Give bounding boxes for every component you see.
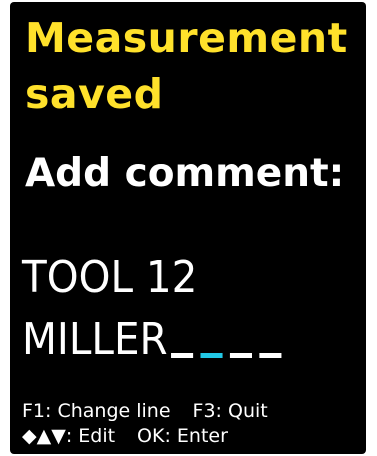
comment-prompt: Add comment: — [25, 151, 345, 196]
blank-slot — [171, 353, 194, 358]
status-title-line-1: Measurement — [25, 14, 348, 62]
input-blanks[interactable] — [171, 353, 282, 358]
status-title-line-2: saved — [25, 70, 164, 118]
device-screen: Measurement saved Add comment: TOOL 12 M… — [10, 2, 366, 454]
help-line-2: ◆▲▼: Edit OK: Enter — [22, 427, 228, 446]
help-f3-quit: F3: Quit — [192, 400, 268, 422]
help-f1-change-line: F1: Change line — [22, 400, 171, 422]
comment-line-2[interactable]: MILLER — [22, 318, 168, 362]
help-ok-enter: OK: Enter — [137, 425, 228, 447]
help-edit: Edit — [78, 425, 116, 447]
blank-slot — [259, 353, 282, 358]
text-cursor — [200, 353, 223, 358]
comment-line-1[interactable]: TOOL 12 — [22, 256, 197, 300]
comment-line-2-row[interactable]: MILLER — [22, 318, 282, 362]
help-line-1: F1: Change line F3: Quit — [22, 402, 268, 421]
blank-slot — [230, 353, 253, 358]
arrow-keys-icon: ◆▲▼: — [22, 425, 73, 447]
